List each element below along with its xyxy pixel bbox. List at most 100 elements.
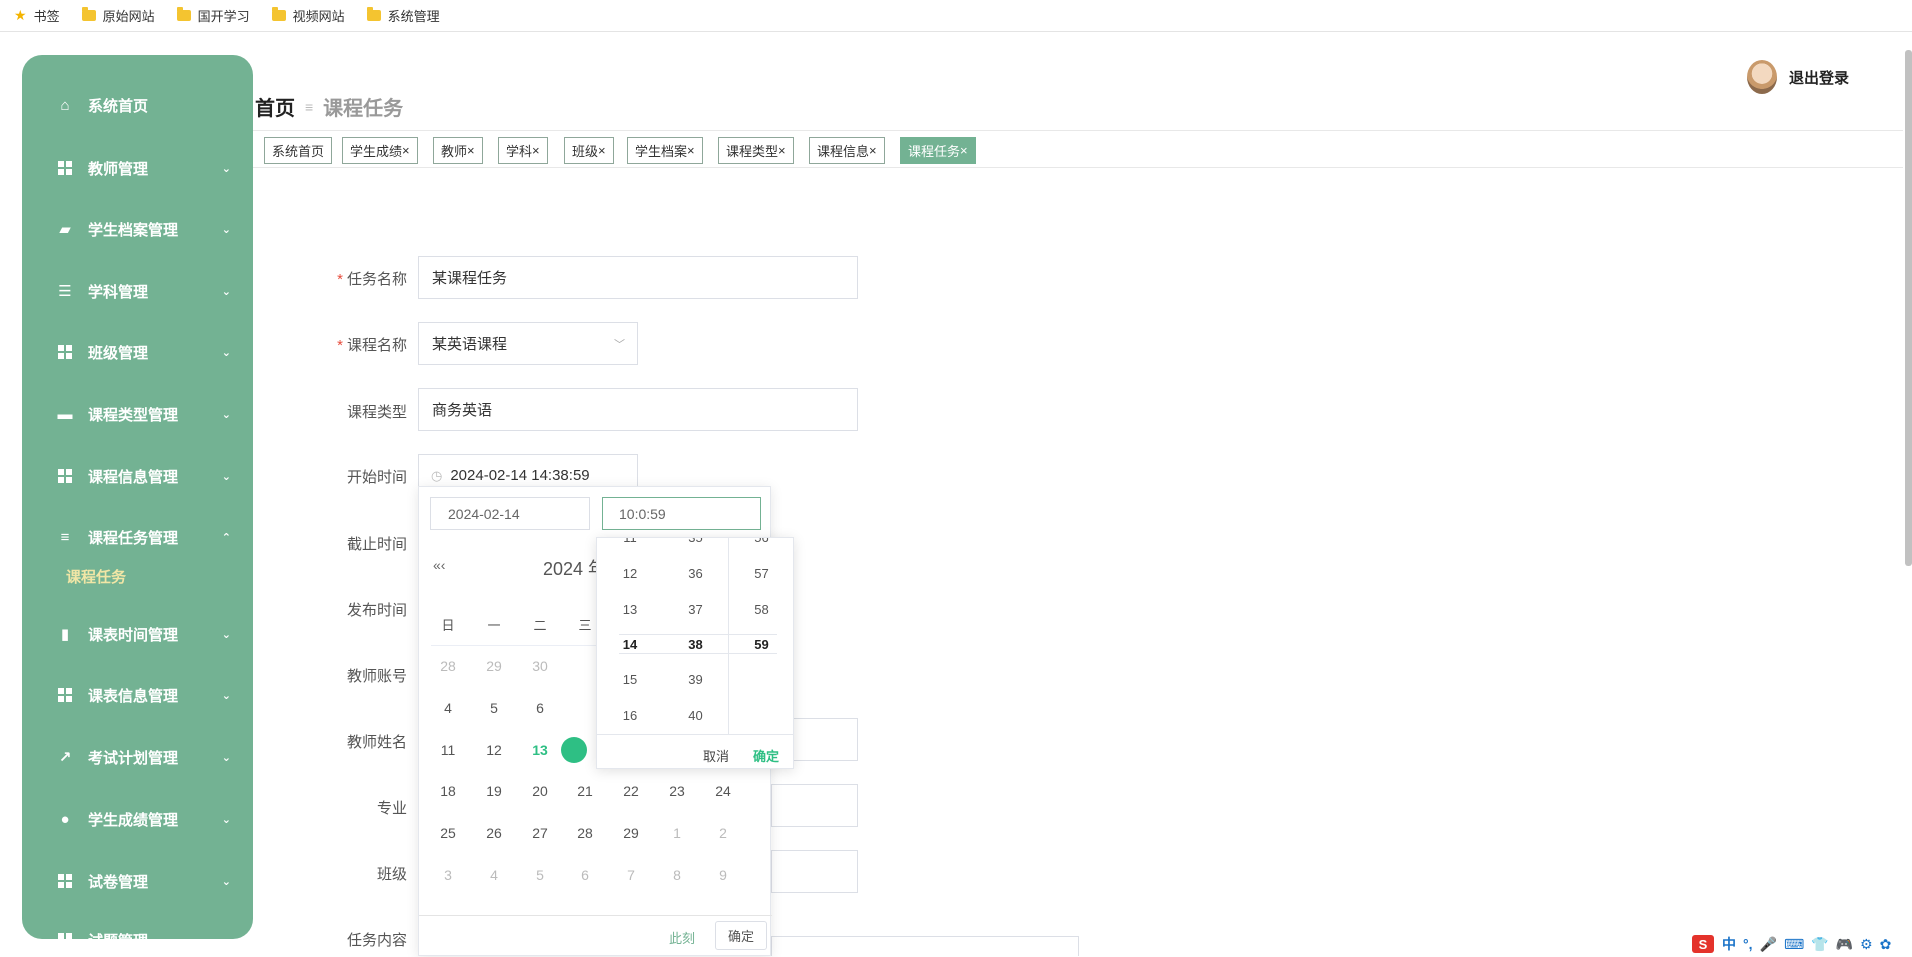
second-column[interactable]: 56 57 58 59: [728, 538, 793, 734]
close-icon[interactable]: ×: [960, 143, 968, 158]
sidebar-item-paper[interactable]: 试卷管理 ⌄: [22, 861, 253, 901]
calendar-day[interactable]: 23: [662, 783, 692, 799]
calendar-day[interactable]: 20: [525, 783, 555, 799]
sidebar-item-schedule-info[interactable]: 课表信息管理 ⌄: [22, 675, 253, 715]
tab-subject[interactable]: 学科 ×: [498, 137, 548, 164]
calendar-day[interactable]: 5: [525, 867, 555, 883]
picker-date-input[interactable]: 2024-02-14: [430, 497, 590, 530]
calendar-day[interactable]: 11: [433, 742, 463, 758]
tab-class[interactable]: 班级 ×: [564, 137, 614, 164]
calendar-day[interactable]: 7: [616, 867, 646, 883]
close-icon[interactable]: ×: [467, 143, 475, 158]
calendar-day[interactable]: 4: [479, 867, 509, 883]
close-icon[interactable]: ×: [687, 143, 695, 158]
minute-option-selected[interactable]: 38: [663, 637, 728, 652]
calendar-day[interactable]: 28: [433, 658, 463, 674]
bookmark-folder-video[interactable]: 视频网站: [271, 6, 345, 25]
tab-home[interactable]: 系统首页: [264, 137, 333, 164]
picker-confirm-button[interactable]: 确定: [715, 921, 767, 950]
hour-option[interactable]: 12: [597, 566, 663, 581]
keyboard-icon[interactable]: ⌨: [1784, 936, 1804, 953]
sidebar-item-course-task[interactable]: ≡ 课程任务管理 ⌃: [22, 517, 253, 557]
major-input[interactable]: [771, 784, 858, 827]
tab-course-task[interactable]: 课程任务 ×: [900, 137, 976, 164]
bookmark-folder-guokai[interactable]: 国开学习: [176, 6, 250, 25]
second-option[interactable]: 57: [729, 566, 793, 581]
calendar-day[interactable]: 27: [525, 825, 555, 841]
calendar-day[interactable]: 8: [662, 867, 692, 883]
toolbox-icon[interactable]: ✿: [1880, 936, 1892, 953]
calendar-day[interactable]: 4: [433, 700, 463, 716]
task-name-input[interactable]: 某课程任务: [418, 256, 858, 299]
tab-course-type[interactable]: 课程类型 ×: [718, 137, 794, 164]
hour-option[interactable]: 13: [597, 602, 663, 617]
bookmark-folder-admin[interactable]: 系统管理: [366, 6, 440, 25]
hour-option[interactable]: 15: [597, 672, 663, 687]
picker-time-input[interactable]: 10:0:59: [602, 497, 761, 530]
prev-year-month-icon[interactable]: «‹: [433, 557, 445, 573]
minute-option[interactable]: 36: [663, 566, 728, 581]
close-icon[interactable]: ×: [778, 143, 786, 158]
tab-course-info[interactable]: 课程信息 ×: [809, 137, 885, 164]
page-scrollbar[interactable]: [1905, 50, 1912, 566]
calendar-day[interactable]: 19: [479, 783, 509, 799]
calendar-day[interactable]: 1: [662, 825, 692, 841]
calendar-day[interactable]: 24: [708, 783, 738, 799]
sidebar-item-exam-plan[interactable]: ↗ 考试计划管理 ⌄: [22, 737, 253, 777]
calendar-day[interactable]: 9: [708, 867, 738, 883]
sidebar-item-subject[interactable]: ☰ 学科管理 ⌄: [22, 271, 253, 311]
spinner-cancel-button[interactable]: 取消: [703, 746, 729, 765]
close-icon[interactable]: ×: [402, 143, 410, 158]
skin-icon[interactable]: 👕: [1811, 936, 1828, 953]
breadcrumb-home[interactable]: 首页: [255, 92, 295, 121]
hour-column[interactable]: 11 12 13 14 15 16: [597, 538, 663, 734]
course-type-input[interactable]: 商务英语: [418, 388, 858, 431]
minute-column[interactable]: 35 36 37 38 39 40: [663, 538, 728, 734]
punctuation-icon[interactable]: °,: [1743, 936, 1753, 952]
calendar-day[interactable]: 5: [479, 700, 509, 716]
close-icon[interactable]: ×: [532, 143, 540, 158]
microphone-icon[interactable]: 🎤: [1760, 936, 1777, 953]
tab-student-archive[interactable]: 学生档案 ×: [627, 137, 703, 164]
spinner-confirm-button[interactable]: 确定: [753, 746, 779, 765]
calendar-day[interactable]: 2: [708, 825, 738, 841]
game-icon[interactable]: 🎮: [1836, 936, 1853, 953]
calendar-day[interactable]: 22: [616, 783, 646, 799]
sidebar-item-course-type[interactable]: ▬ 课程类型管理 ⌄: [22, 394, 253, 434]
sidebar-subitem-course-task[interactable]: 课程任务: [66, 566, 126, 587]
calendar-day[interactable]: 12: [479, 742, 509, 758]
calendar-day-today[interactable]: 13: [525, 742, 555, 758]
second-option[interactable]: 58: [729, 602, 793, 617]
now-button[interactable]: 此刻: [669, 928, 695, 947]
minute-option[interactable]: 39: [663, 672, 728, 687]
sidebar-item-schedule-time[interactable]: ▮ 课表时间管理 ⌄: [22, 614, 253, 654]
close-icon[interactable]: ×: [869, 143, 877, 158]
calendar-day[interactable]: 28: [570, 825, 600, 841]
calendar-day[interactable]: 3: [433, 867, 463, 883]
calendar-day[interactable]: 29: [616, 825, 646, 841]
sidebar-item-student-score[interactable]: ● 学生成绩管理 ⌄: [22, 799, 253, 839]
sidebar-item-course-info[interactable]: 课程信息管理 ⌄: [22, 456, 253, 496]
minute-option[interactable]: 40: [663, 708, 728, 723]
bookmark-folder-original[interactable]: 原始网站: [81, 6, 155, 25]
bookmark-star[interactable]: ★ 书签: [14, 6, 60, 25]
minute-option[interactable]: 35: [663, 538, 728, 545]
calendar-day[interactable]: 29: [479, 658, 509, 674]
calendar-day[interactable]: 18: [433, 783, 463, 799]
sidebar-item-teacher[interactable]: 教师管理 ⌄: [22, 148, 253, 188]
ime-chinese-icon[interactable]: 中: [1722, 934, 1736, 954]
minute-option[interactable]: 37: [663, 602, 728, 617]
close-icon[interactable]: ×: [598, 143, 606, 158]
second-option-selected[interactable]: 59: [729, 637, 793, 652]
calendar-day[interactable]: 30: [525, 658, 555, 674]
course-name-select[interactable]: 某英语课程 ﹀: [418, 322, 638, 365]
class-input[interactable]: [771, 850, 858, 893]
settings-icon[interactable]: ⚙: [1860, 936, 1873, 953]
tab-student-score[interactable]: 学生成绩 ×: [342, 137, 418, 164]
sidebar-item-home[interactable]: ⌂ 系统首页: [22, 85, 253, 125]
logout-button[interactable]: 退出登录: [1789, 67, 1849, 88]
calendar-day[interactable]: 6: [525, 700, 555, 716]
calendar-day[interactable]: 6: [570, 867, 600, 883]
calendar-day[interactable]: 26: [479, 825, 509, 841]
sidebar-item-question[interactable]: 试题管理 ⌄: [22, 920, 253, 939]
